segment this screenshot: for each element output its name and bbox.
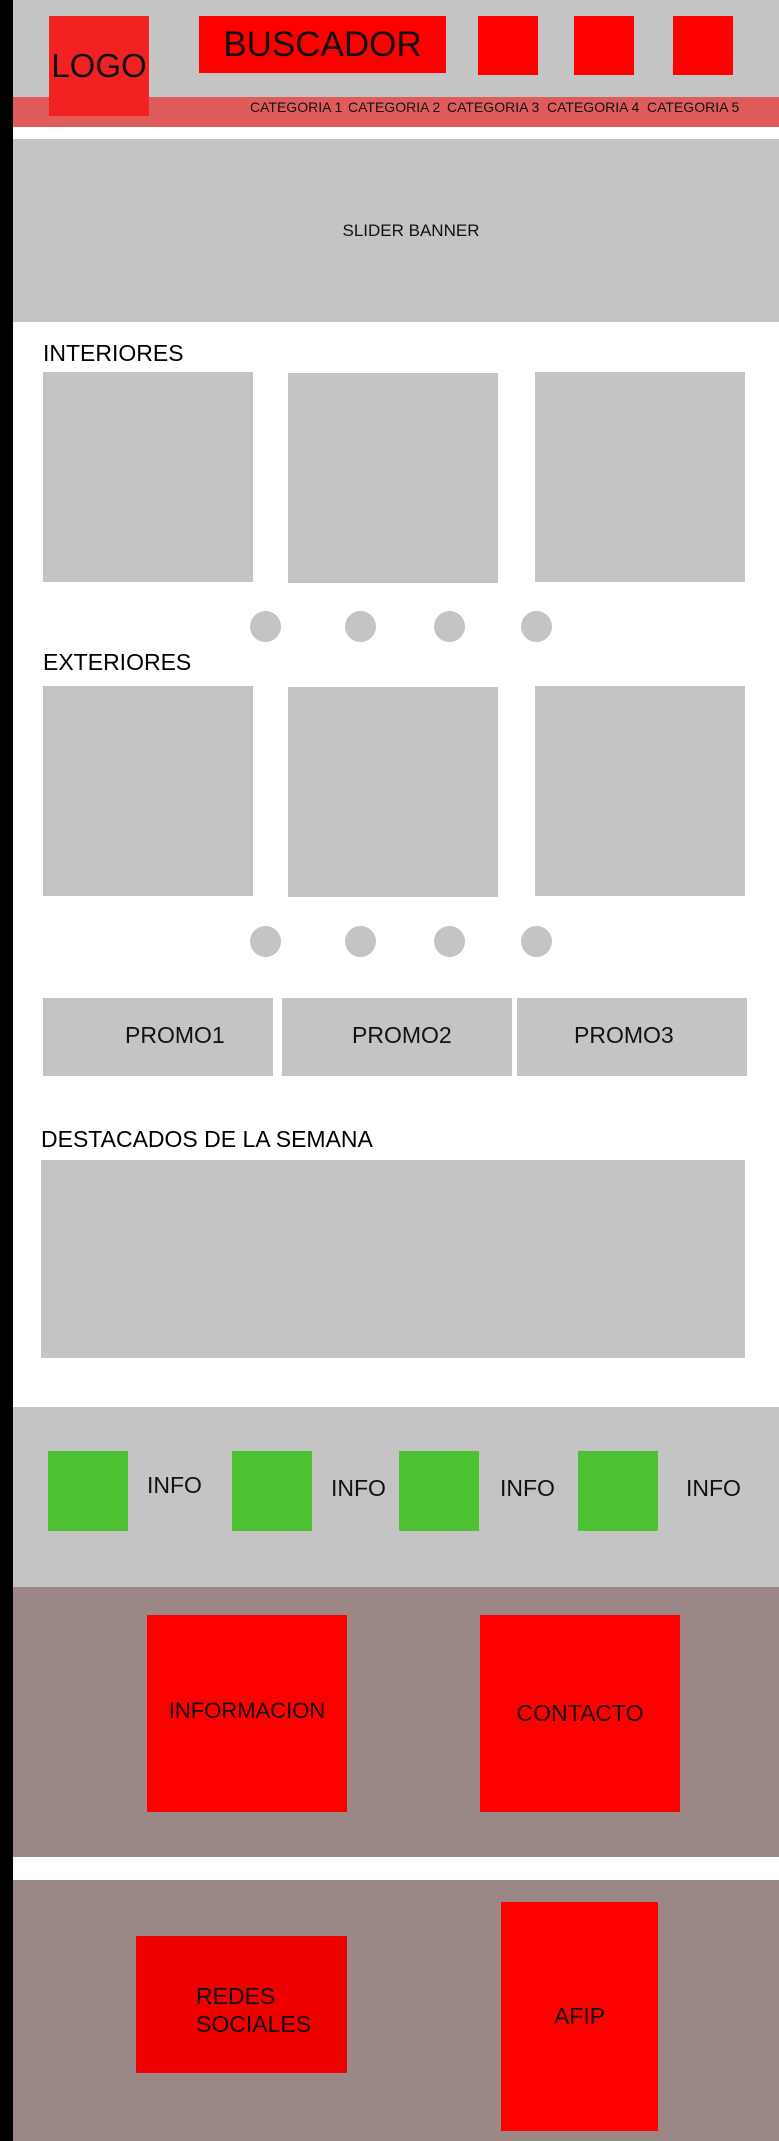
info-icon-3[interactable]: [399, 1451, 479, 1531]
category-item-1[interactable]: CATEGORIA 1: [250, 99, 342, 115]
promo-label-2: PROMO2: [352, 1022, 452, 1048]
afip-block[interactable]: AFIP: [501, 1902, 658, 2131]
slider-banner-label: SLIDER BANNER: [342, 220, 480, 240]
info-label-1[interactable]: INFO: [147, 1472, 202, 1499]
exteriores-card-3[interactable]: [535, 686, 745, 896]
exteriores-card-1[interactable]: [43, 686, 253, 896]
contacto-label: CONTACTO: [516, 1700, 644, 1726]
interiores-pager-dot-2[interactable]: [345, 611, 376, 642]
info-label-4[interactable]: INFO: [686, 1475, 741, 1502]
exteriores-pager-dot-4[interactable]: [521, 926, 552, 957]
interiores-pager-dot-3[interactable]: [434, 611, 465, 642]
destacados-panel[interactable]: [41, 1160, 745, 1358]
info-icon-1[interactable]: [48, 1451, 128, 1531]
info-label-3[interactable]: INFO: [500, 1475, 555, 1502]
redes-sociales-block[interactable]: REDES SOCIALES: [136, 1936, 347, 2073]
category-item-3[interactable]: CATEGORIA 3: [447, 99, 539, 115]
interiores-title: INTERIORES: [43, 340, 184, 366]
info-icon-4[interactable]: [578, 1451, 658, 1531]
promo-label-3: PROMO3: [574, 1022, 674, 1048]
interiores-pager-dot-4[interactable]: [521, 611, 552, 642]
informacion-label: INFORMACION: [168, 1697, 326, 1723]
exteriores-pager-dot-2[interactable]: [345, 926, 376, 957]
exteriores-pager-dot-3[interactable]: [434, 926, 465, 957]
exteriores-title: EXTERIORES: [43, 649, 192, 675]
informacion-block[interactable]: INFORMACION: [147, 1615, 347, 1812]
interiores-pager-dot-1[interactable]: [250, 611, 281, 642]
exteriores-pager-dot-1[interactable]: [250, 926, 281, 957]
header-icon-2[interactable]: [574, 16, 634, 75]
afip-label: AFIP: [553, 2003, 606, 2029]
search-label: BUSCADOR: [223, 24, 422, 64]
search-bar[interactable]: BUSCADOR: [199, 16, 446, 73]
promo-label-1: PROMO1: [125, 1022, 225, 1048]
redes-sociales-label-line2: SOCIALES: [196, 2011, 312, 2037]
category-item-4[interactable]: CATEGORIA 4: [547, 99, 639, 115]
contacto-block[interactable]: CONTACTO: [480, 1615, 680, 1812]
exteriores-card-2[interactable]: [288, 687, 498, 897]
interiores-card-3[interactable]: [535, 372, 745, 582]
footer-bottom: [13, 1880, 779, 2141]
header-icon-1[interactable]: [478, 16, 538, 75]
logo-label: LOGO: [51, 47, 147, 84]
category-item-5[interactable]: CATEGORIA 5: [647, 99, 739, 115]
promo-card-2[interactable]: PROMO2: [282, 998, 512, 1076]
redes-sociales-label-line1: REDES: [196, 1983, 276, 2009]
promo-card-1[interactable]: PROMO1: [43, 998, 273, 1076]
header-icon-3[interactable]: [673, 16, 733, 75]
destacados-title: DESTACADOS DE LA SEMANA: [41, 1126, 373, 1152]
interiores-card-1[interactable]: [43, 372, 253, 582]
logo[interactable]: LOGO: [49, 16, 149, 116]
slider-banner[interactable]: SLIDER BANNER: [13, 139, 779, 322]
info-icon-2[interactable]: [232, 1451, 312, 1531]
category-item-2[interactable]: CATEGORIA 2: [348, 99, 440, 115]
info-label-2[interactable]: INFO: [331, 1475, 386, 1502]
interiores-card-2[interactable]: [288, 373, 498, 583]
promo-card-3[interactable]: PROMO3: [517, 998, 747, 1076]
